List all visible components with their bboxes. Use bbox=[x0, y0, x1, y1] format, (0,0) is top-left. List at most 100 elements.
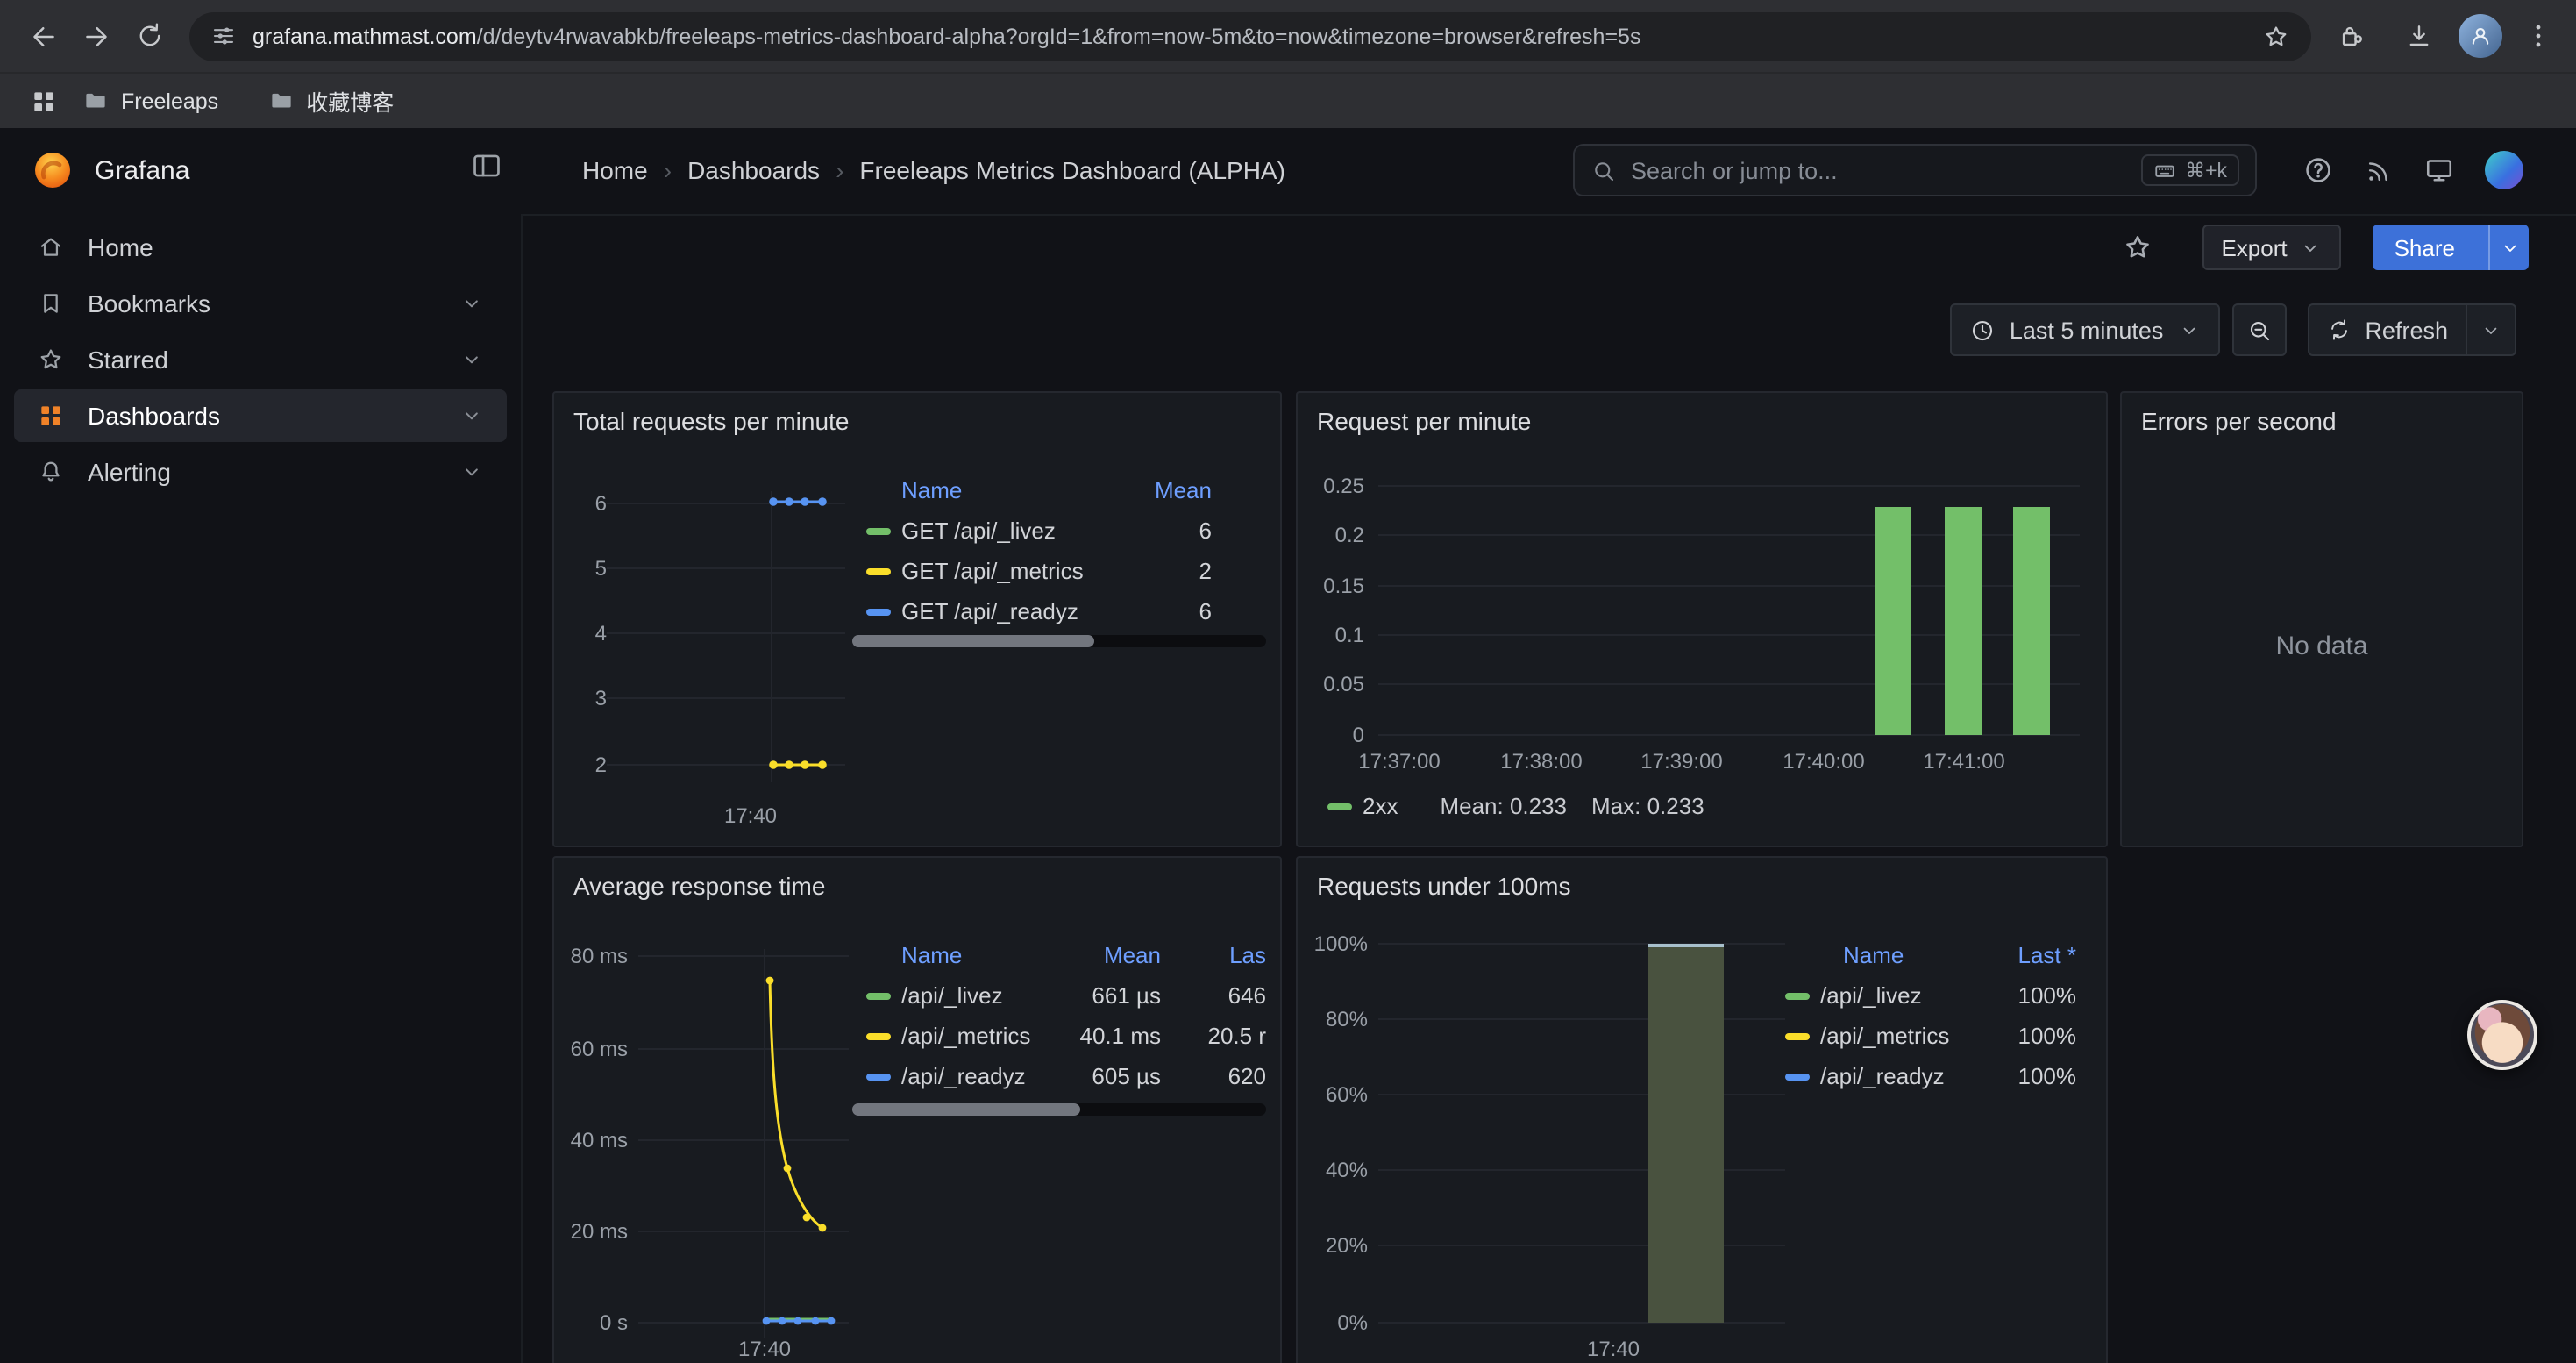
legend-header-last[interactable]: Las bbox=[1161, 942, 1266, 968]
legend-max: Max: 0.233 bbox=[1591, 793, 1704, 819]
home-icon bbox=[37, 233, 65, 261]
series-color-blue bbox=[1785, 1073, 1810, 1080]
legend: 2xx Mean: 0.233 Max: 0.233 bbox=[1327, 793, 1704, 819]
scrollbar-thumb[interactable] bbox=[852, 635, 1094, 647]
legend-row: /api/_metrics 100% bbox=[1785, 1016, 2076, 1056]
series-color-green bbox=[1785, 992, 1810, 999]
chevron-down-icon bbox=[2480, 318, 2502, 341]
sidebar-item-dashboards[interactable]: Dashboards bbox=[14, 389, 507, 442]
scrollbar-thumb[interactable] bbox=[852, 1103, 1080, 1116]
panel-total-requests: Total requests per minute 6 5 4 3 2 17:4… bbox=[552, 391, 1282, 847]
series-color-blue bbox=[866, 608, 891, 615]
chart-average-response-time[interactable] bbox=[638, 949, 849, 1356]
series-color-blue bbox=[866, 1073, 891, 1080]
search-icon bbox=[1590, 157, 1617, 183]
assistant-avatar-button[interactable] bbox=[2467, 1000, 2537, 1070]
legend-table: Name Mean GET /api/_livez 6 GET /api/_me… bbox=[852, 470, 1266, 632]
breadcrumb-home[interactable]: Home bbox=[582, 156, 648, 184]
site-settings-icon[interactable] bbox=[210, 23, 237, 49]
browser-menu-icon[interactable] bbox=[2516, 10, 2558, 62]
legend-header-name[interactable]: Name bbox=[901, 942, 1056, 968]
series-name[interactable]: GET /api/_livez bbox=[901, 517, 1199, 544]
legend-header-last[interactable]: Last * bbox=[2018, 942, 2077, 968]
extensions-icon[interactable] bbox=[2325, 10, 2378, 62]
kiosk-monitor-icon[interactable] bbox=[2423, 154, 2455, 186]
user-avatar[interactable] bbox=[2485, 151, 2523, 189]
folder-icon bbox=[267, 88, 294, 114]
sidebar-item-bookmarks[interactable]: Bookmarks bbox=[14, 277, 507, 330]
breadcrumb-current-page: Freeleaps Metrics Dashboard (ALPHA) bbox=[859, 156, 1285, 184]
chevron-down-icon[interactable] bbox=[459, 291, 484, 316]
time-range-picker[interactable]: Last 5 minutes bbox=[1950, 303, 2220, 356]
series-color-green bbox=[866, 992, 891, 999]
bookmarks-bar: Freeleaps 收藏博客 bbox=[0, 72, 2576, 128]
browser-profile-avatar[interactable] bbox=[2459, 14, 2502, 58]
series-name[interactable]: /api/_livez bbox=[901, 982, 1056, 1009]
chevron-down-icon[interactable] bbox=[459, 460, 484, 484]
series-name[interactable]: /api/_livez bbox=[1820, 982, 2018, 1009]
search-input[interactable]: Search or jump to... ⌘+k bbox=[1573, 144, 2257, 196]
browser-actions bbox=[2325, 10, 2558, 62]
legend-header-name[interactable]: Name bbox=[1843, 942, 2018, 968]
series-name[interactable]: /api/_metrics bbox=[1820, 1023, 2018, 1049]
series-name[interactable]: GET /api/_readyz bbox=[901, 598, 1199, 624]
panel-request-per-minute: Request per minute 0.25 0.2 0.15 0.1 0.0… bbox=[1296, 391, 2108, 847]
bell-icon bbox=[37, 458, 65, 486]
url-text: grafana.mathmast.com/d/deytv4rwavabkb/fr… bbox=[253, 24, 2246, 48]
bookmark-folder-blogs[interactable]: 收藏博客 bbox=[252, 79, 409, 123]
browser-back-button[interactable] bbox=[18, 10, 70, 62]
chart-requests-under-100ms[interactable] bbox=[1378, 938, 1785, 1335]
news-rss-icon[interactable] bbox=[2364, 155, 2394, 185]
browser-forward-button[interactable] bbox=[70, 10, 123, 62]
sidebar-item-alerting[interactable]: Alerting bbox=[14, 446, 507, 498]
sidebar-item-home[interactable]: Home bbox=[14, 221, 507, 274]
zoom-out-time-button[interactable] bbox=[2231, 303, 2286, 356]
browser-reload-button[interactable] bbox=[123, 10, 175, 62]
refresh-button[interactable]: Refresh bbox=[2307, 303, 2467, 356]
downloads-icon[interactable] bbox=[2392, 10, 2444, 62]
panel-title[interactable]: Total requests per minute bbox=[573, 407, 849, 435]
series-name[interactable]: GET /api/_metrics bbox=[901, 558, 1199, 584]
refresh-interval-dropdown[interactable] bbox=[2467, 303, 2516, 356]
series-name[interactable]: /api/_readyz bbox=[901, 1063, 1056, 1089]
bookmark-folder-freeleaps[interactable]: Freeleaps bbox=[67, 82, 234, 119]
search-placeholder: Search or jump to... bbox=[1631, 157, 1838, 183]
series-name[interactable]: /api/_metrics bbox=[901, 1023, 1056, 1049]
legend-mean: Mean: 0.233 bbox=[1440, 793, 1567, 819]
breadcrumb-separator: › bbox=[664, 156, 672, 184]
panel-title[interactable]: Errors per second bbox=[2141, 407, 2337, 435]
chart-request-per-minute[interactable] bbox=[1378, 477, 2080, 747]
sidebar: Home Bookmarks Starred Dashboards Alerti… bbox=[0, 214, 523, 1363]
time-controls: Last 5 minutes Refresh bbox=[1950, 303, 2516, 356]
apps-grid-icon[interactable] bbox=[21, 78, 67, 124]
legend-scrollbar[interactable] bbox=[852, 635, 1266, 647]
series-name[interactable]: 2xx bbox=[1363, 793, 1398, 819]
legend-row: /api/_readyz 100% bbox=[1785, 1056, 2076, 1096]
panel-title[interactable]: Requests under 100ms bbox=[1317, 872, 1571, 900]
chevron-down-icon[interactable] bbox=[459, 347, 484, 372]
legend-header-mean[interactable]: Mean bbox=[1056, 942, 1161, 968]
grafana-logo[interactable] bbox=[32, 149, 74, 191]
legend-header-mean[interactable]: Mean bbox=[1155, 477, 1266, 503]
grafana-brand: Grafana bbox=[95, 155, 189, 185]
legend-row: GET /api/_livez 6 bbox=[852, 510, 1266, 551]
chevron-down-icon[interactable] bbox=[459, 403, 484, 428]
dashboards-grid-icon bbox=[37, 402, 65, 430]
chart-total-requests[interactable] bbox=[607, 481, 845, 796]
bookmark-star-icon[interactable] bbox=[2262, 22, 2290, 50]
url-bar[interactable]: grafana.mathmast.com/d/deytv4rwavabkb/fr… bbox=[189, 11, 2311, 61]
legend-header-name[interactable]: Name bbox=[901, 477, 962, 503]
dock-menu-icon[interactable] bbox=[470, 149, 503, 182]
sidebar-item-starred[interactable]: Starred bbox=[14, 333, 507, 386]
legend-row: GET /api/_readyz 6 bbox=[852, 591, 1266, 632]
legend-row: /api/_metrics 40.1 ms 20.5 r bbox=[852, 1016, 1266, 1056]
bookmark-icon bbox=[37, 289, 65, 318]
series-name[interactable]: /api/_readyz bbox=[1820, 1063, 2018, 1089]
breadcrumb-dashboards[interactable]: Dashboards bbox=[687, 156, 820, 184]
panel-title[interactable]: Average response time bbox=[573, 872, 825, 900]
panel-title[interactable]: Request per minute bbox=[1317, 407, 1531, 435]
bookmark-label: Freeleaps bbox=[121, 89, 218, 113]
help-icon[interactable] bbox=[2302, 154, 2334, 186]
legend-scrollbar[interactable] bbox=[852, 1103, 1266, 1116]
series-color-yellow bbox=[866, 567, 891, 574]
